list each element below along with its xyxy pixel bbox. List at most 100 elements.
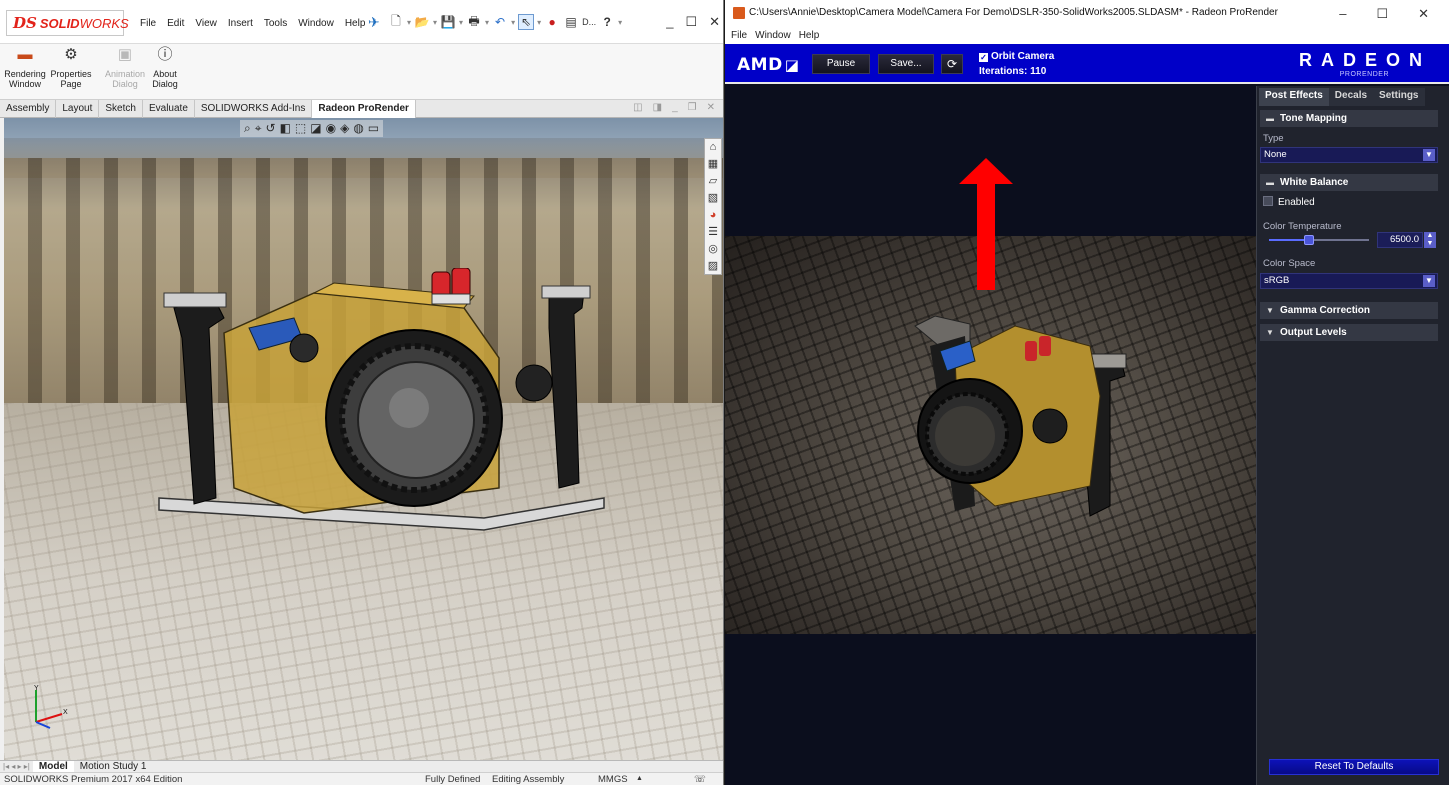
pause-button[interactable]: Pause [812,54,870,74]
tab-post-effects[interactable]: Post Effects [1259,88,1329,106]
tab-scroll-arrows-icon[interactable]: |◂ ◂ ▸ ▸| [0,762,33,771]
appearances-icon[interactable]: ◕ [705,207,721,223]
close-icon[interactable]: ✕ [1418,6,1429,22]
document-name[interactable]: D... [582,14,596,30]
menu-file[interactable]: File [731,30,747,44]
dropdown-arrow-icon[interactable]: ▾ [407,18,411,27]
tab-model[interactable]: Model [32,761,74,772]
tab-assembly[interactable]: Assembly [0,100,57,118]
units-selector[interactable]: MMGS [598,774,628,785]
minimize-icon[interactable]: _ [672,102,678,113]
color-space-select[interactable]: sRGB ▼ [1260,273,1438,289]
solidworks-logo[interactable]: DS SOLID WORKS [6,10,129,36]
save-button[interactable]: Save... [878,54,934,74]
select-cursor-icon[interactable]: ⇖ [518,14,535,30]
print-icon[interactable]: 🖶 [466,14,482,30]
hide-show-icon[interactable]: ◉ [326,121,336,136]
menu-window[interactable]: Window [298,18,334,29]
traffic-light-icon[interactable]: ● [544,14,560,30]
tab-sketch[interactable]: Sketch [99,100,143,118]
open-folder-icon[interactable]: 📂 [414,14,430,30]
resources-icon[interactable]: ◎ [705,241,721,257]
menu-window[interactable]: Window [755,30,791,44]
prorender-ribbon: ▬ Rendering Window ⚙ Properties Page ▣ A… [0,44,723,100]
about-dialog-button[interactable]: ⓘ About Dialog [142,47,188,89]
tone-mapping-type-select[interactable]: None ▼ [1260,147,1438,163]
white-balance-enabled-checkbox[interactable]: Enabled [1263,196,1315,208]
tone-mapping-section-header[interactable]: ▬ Tone Mapping [1260,110,1438,127]
apply-scene-icon[interactable]: ◍ [353,121,363,136]
restore-icon[interactable]: ❐ [688,102,697,113]
tile-icon[interactable]: ◨ [653,102,662,113]
tab-motion-study[interactable]: Motion Study 1 [74,761,153,772]
tab-layout[interactable]: Layout [56,100,100,118]
white-balance-section-header[interactable]: ▬ White Balance [1260,174,1438,191]
orbit-camera-checkbox[interactable]: ✓ Orbit Camera [979,51,1054,62]
options-icon[interactable]: ▤ [563,14,579,30]
view-settings-icon[interactable]: ▭ [368,121,379,136]
dropdown-arrow-icon[interactable]: ▾ [459,18,463,27]
zoom-to-area-icon[interactable]: ⌖ [255,121,262,136]
rendering-window-button[interactable]: ▬ Rendering Window [2,47,48,89]
view-palette-icon[interactable]: ▧ [705,190,721,206]
color-temperature-input[interactable]: 6500.0 [1377,232,1423,248]
save-icon[interactable]: 💾 [440,14,456,30]
reset-to-defaults-button[interactable]: Reset To Defaults [1269,759,1439,775]
graphics-viewport[interactable]: ⌕ ⌖ ↺ ◧ ⬚ ◪ ◉ ◈ ◍ ▭ ⌂ ▦ ▱ ▧ ◕ ☰ ◎ ▨ Y X [4,118,723,760]
dropdown-arrow-icon[interactable]: ▾ [618,18,622,27]
slider-handle[interactable] [1304,235,1314,245]
units-arrow-icon[interactable]: ▲ [636,775,643,782]
notification-icon[interactable]: ☏ [694,774,706,785]
checkbox-unchecked-icon[interactable] [1263,196,1273,206]
display-style-icon[interactable]: ◪ [310,121,321,136]
menu-tools[interactable]: Tools [264,18,287,29]
undo-icon[interactable]: ↶ [492,14,508,30]
chevron-down-icon[interactable]: ▼ [1423,149,1435,161]
custom-properties-icon[interactable]: ☰ [705,224,721,240]
help-icon[interactable]: ? [599,14,615,30]
dropdown-arrow-icon[interactable]: ▾ [537,18,541,27]
maximize-icon[interactable]: ☐ [1376,6,1388,22]
design-library-icon[interactable]: ▦ [705,156,721,172]
tab-solidworks-add-ins[interactable]: SOLIDWORKS Add-Ins [195,100,313,118]
close-icon[interactable]: ✕ [707,102,715,113]
edit-appearance-icon[interactable]: ◈ [340,121,349,136]
tab-decals[interactable]: Decals [1328,88,1374,106]
view-orientation-icon[interactable]: ⬚ [295,121,306,136]
forum-icon[interactable]: ▨ [705,258,721,274]
output-levels-section-header[interactable]: ▼ Output Levels [1260,324,1438,341]
maximize-icon[interactable]: ☐ [685,14,697,30]
menu-insert[interactable]: Insert [228,18,253,29]
dropdown-arrow-icon[interactable]: ▾ [485,18,489,27]
render-viewport[interactable] [725,86,1256,785]
previous-view-icon[interactable]: ↺ [266,121,276,136]
properties-page-button[interactable]: ⚙ Properties Page [48,47,94,89]
menu-view[interactable]: View [195,18,217,29]
file-explorer-icon[interactable]: ▱ [705,173,721,189]
gamma-correction-section-header[interactable]: ▼ Gamma Correction [1260,302,1438,319]
dropdown-arrow-icon[interactable]: ▾ [511,18,515,27]
menu-file[interactable]: File [140,18,156,29]
spinner-icon[interactable]: ▲ ▼ [1424,232,1436,248]
minimize-icon[interactable]: – [1339,6,1346,22]
tab-settings[interactable]: Settings [1373,88,1425,106]
new-document-icon[interactable]: 🗋 [388,14,404,30]
prorender-titlebar: C:\Users\Annie\Desktop\Camera Model\Came… [725,0,1449,30]
menu-edit[interactable]: Edit [167,18,184,29]
menu-help[interactable]: Help [799,30,820,44]
pin-menu-icon[interactable]: ✈ [368,14,380,31]
camera-housing-model[interactable] [154,268,624,538]
tile-icon[interactable]: ◫ [633,102,642,113]
tab-evaluate[interactable]: Evaluate [143,100,195,118]
refresh-icon[interactable]: ⟳ [941,54,963,74]
checkbox-checked-icon[interactable]: ✓ [979,53,988,62]
dropdown-arrow-icon[interactable]: ▾ [433,18,437,27]
zoom-to-fit-icon[interactable]: ⌕ [244,121,251,136]
chevron-down-icon[interactable]: ▼ [1423,275,1435,287]
tab-radeon-prorender[interactable]: Radeon ProRender [312,100,416,118]
section-view-icon[interactable]: ◧ [280,121,291,136]
close-icon[interactable]: ✕ [709,14,720,30]
home-icon[interactable]: ⌂ [705,139,721,155]
menu-help[interactable]: Help [345,18,366,29]
minimize-icon[interactable]: _ [666,14,673,30]
